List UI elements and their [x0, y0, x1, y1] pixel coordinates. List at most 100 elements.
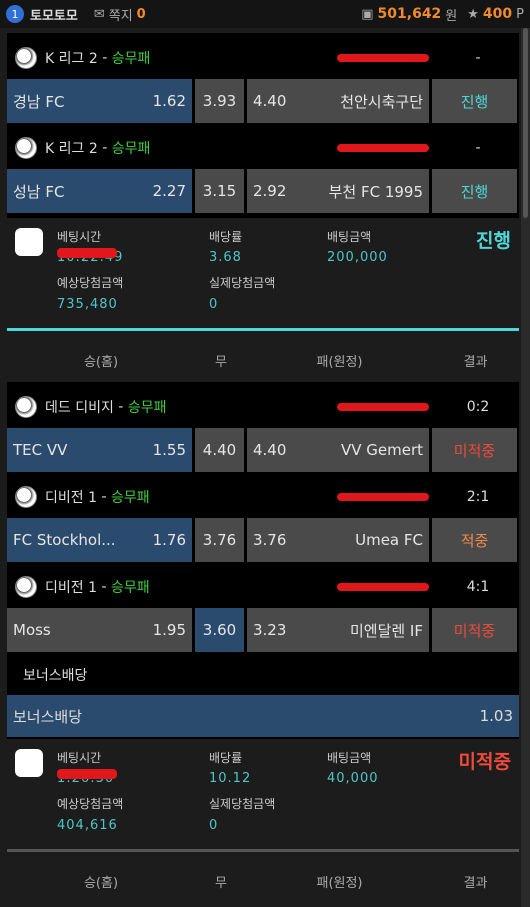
away-team: 미엔달렌 IF: [349, 621, 423, 640]
score: 2:1: [466, 488, 490, 505]
bonus-label: 보너스배당: [13, 707, 83, 726]
draw-odds-cell[interactable]: 4.40: [195, 428, 244, 472]
currency: 원: [445, 8, 458, 24]
note-label[interactable]: 쪽지: [109, 5, 133, 24]
total-odds: 3.68: [209, 250, 242, 265]
amount-label: 배팅금액: [327, 230, 372, 244]
away-odds: 4.40: [253, 441, 287, 459]
column-headers: 승(홈) 무 패(원정) 결과: [7, 866, 519, 896]
bet-type: 승무패: [127, 399, 167, 416]
home-odds-cell[interactable]: 경남 FC 1.62: [7, 79, 192, 123]
redacted-date: [337, 402, 429, 411]
select-checkbox[interactable]: [15, 749, 43, 777]
score: -: [475, 49, 481, 66]
home-odds-cell[interactable]: 성남 FC 2.27: [7, 169, 192, 213]
bet-type: 승무패: [111, 140, 151, 157]
draw-odds-cell[interactable]: 3.15: [195, 169, 244, 213]
away-odds: 4.40: [253, 92, 287, 110]
home-odds-cell[interactable]: FC Stockhol... 1.76: [7, 518, 192, 562]
match-status: 적중: [432, 518, 517, 562]
slip-status: 미적중: [458, 751, 511, 773]
score: 4:1: [466, 578, 490, 595]
home-odds-cell[interactable]: TEC VV 1.55: [7, 428, 192, 472]
soccer-ball-icon: [15, 395, 37, 418]
bet-time-label: 베팅시간: [57, 751, 102, 765]
slip-status: 진행: [476, 230, 511, 252]
away-team: Umea FC: [355, 531, 423, 549]
actual-win: 0: [209, 818, 219, 833]
col-result: 결과: [463, 875, 488, 891]
bet-time-label: 베팅시간: [57, 230, 102, 244]
odds-row: 성남 FC 2.27 3.15 2.92 부천 FC 1995 진행: [7, 169, 519, 213]
league-row: K 리그 2 - 승무패 -: [7, 36, 519, 79]
draw-odds: 3.76: [202, 531, 237, 549]
draw-odds: 3.60: [202, 621, 237, 639]
wallet-icon: ▣: [361, 6, 374, 22]
league-row: 데드 디비지 - 승무패 0:2: [7, 385, 519, 428]
select-checkbox[interactable]: [15, 228, 43, 256]
draw-odds: 3.93: [202, 92, 237, 110]
draw-odds-cell[interactable]: 3.60: [195, 608, 244, 652]
draw-odds-cell[interactable]: 3.76: [195, 518, 244, 562]
soccer-ball-icon: [15, 46, 37, 69]
redacted-date: [337, 53, 429, 62]
expected-win: 735,480: [57, 297, 118, 312]
bet-amount: 40,000: [327, 771, 379, 786]
away-odds-cell[interactable]: 3.23 미엔달렌 IF: [247, 608, 429, 652]
col-draw: 무: [215, 354, 227, 370]
col-away: 패(원정): [316, 354, 363, 370]
col-draw: 무: [215, 875, 227, 891]
soccer-ball-icon: [15, 485, 37, 508]
away-team: 부천 FC 1995: [328, 182, 423, 201]
odds-label: 배당률: [209, 230, 243, 244]
slip-summary: 베팅시간 1:26:30 배당률 10.12 배팅금액 40,000 예상당첨금…: [7, 739, 519, 839]
match-card: K 리그 2 - 승무패 - 경남 FC 1.62 3.93 4.40 천안시축구단…: [7, 33, 519, 218]
away-odds: 2.92: [253, 182, 287, 200]
redacted-date: [337, 492, 429, 501]
redacted-date: [337, 143, 429, 152]
col-home: 승(홈): [83, 354, 119, 370]
home-odds: 1.62: [152, 92, 186, 110]
level-badge: 1: [6, 5, 24, 23]
draw-odds-cell[interactable]: 3.93: [195, 79, 244, 123]
note-count: 0: [136, 6, 146, 22]
slip-summary: 베팅시간 10:22:49 배당률 3.68 배팅금액 200,000 예상당첨…: [7, 218, 519, 318]
home-odds: 1.76: [152, 531, 186, 549]
actual-label: 실제당첨금액: [209, 797, 276, 811]
match-status: 미적중: [432, 428, 517, 472]
match-status: 진행: [432, 79, 517, 123]
home-odds: 1.95: [152, 621, 186, 639]
score: 0:2: [466, 398, 490, 415]
home-odds-cell[interactable]: Moss 1.95: [7, 608, 192, 652]
bonus-row: 보너스배당 1.03: [7, 695, 519, 737]
away-odds: 3.23: [253, 621, 287, 639]
away-odds-cell[interactable]: 2.92 부천 FC 1995: [247, 169, 429, 213]
away-odds-cell[interactable]: 4.40 천안시축구단: [247, 79, 429, 123]
home-team: 성남 FC: [13, 182, 65, 201]
column-headers: 승(홈) 무 패(원정) 결과: [7, 345, 519, 375]
soccer-ball-icon: [15, 136, 37, 159]
col-home: 승(홈): [83, 875, 119, 891]
home-team: Moss: [13, 621, 51, 639]
scrollbar[interactable]: [521, 28, 530, 907]
site-name[interactable]: 토모토모: [30, 5, 78, 24]
away-team: VV Gemert: [340, 441, 423, 459]
scrollbar-thumb[interactable]: [523, 28, 528, 218]
league-row: 디비전 1 - 승무패 4:1: [7, 565, 519, 608]
odds-row: Moss 1.95 3.60 3.23 미엔달렌 IF 미적중: [7, 608, 519, 652]
draw-odds: 3.15: [202, 182, 237, 200]
home-odds: 2.27: [152, 182, 186, 200]
away-odds-cell[interactable]: 4.40 VV Gemert: [247, 428, 429, 472]
draw-odds: 4.40: [202, 441, 237, 459]
away-odds-cell[interactable]: 3.76 Umea FC: [247, 518, 429, 562]
home-team: 경남 FC: [13, 92, 65, 111]
league-name: K 리그 2: [45, 50, 98, 67]
bet-type: 승무패: [111, 50, 151, 67]
odds-row: 경남 FC 1.62 3.93 4.40 천안시축구단 진행: [7, 79, 519, 123]
actual-label: 실제당첨금액: [209, 276, 276, 290]
redacted-bet-date: [57, 248, 117, 258]
score: -: [475, 139, 481, 156]
soccer-ball-icon: [15, 575, 37, 598]
top-bar: 1 토모토모 ✉ 쪽지 0 ▣ 501,642 원 ★ 400 P: [0, 0, 530, 28]
match-status: 미적중: [432, 608, 517, 652]
